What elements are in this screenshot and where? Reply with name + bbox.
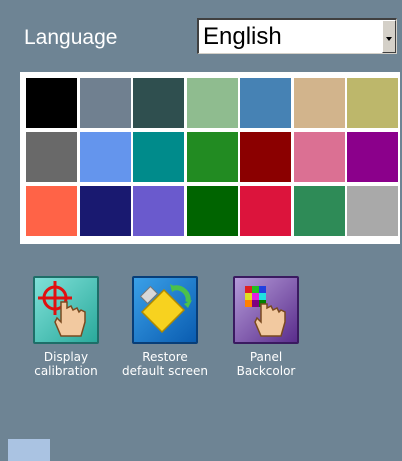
display-calibration-button[interactable]: Display calibration: [21, 276, 111, 378]
color-swatch[interactable]: [26, 132, 77, 182]
color-swatch[interactable]: [133, 78, 184, 128]
color-swatch[interactable]: [347, 186, 398, 236]
calibration-icon: [33, 276, 99, 344]
color-swatch[interactable]: [186, 186, 238, 236]
color-swatch[interactable]: [79, 78, 131, 128]
color-swatch[interactable]: [240, 132, 291, 182]
dropdown-arrow-icon[interactable]: [382, 20, 396, 53]
color-swatch[interactable]: [293, 186, 345, 236]
color-swatch[interactable]: [347, 132, 398, 182]
color-swatch[interactable]: [293, 78, 345, 128]
bottom-tab[interactable]: [8, 439, 50, 461]
panel-backcolor-label: Panel Backcolor: [236, 350, 296, 378]
color-swatch[interactable]: [186, 132, 238, 182]
panel-backcolor-button[interactable]: Panel Backcolor: [221, 276, 311, 378]
color-swatch[interactable]: [186, 78, 238, 128]
color-swatch[interactable]: [133, 132, 184, 182]
color-swatch[interactable]: [133, 186, 184, 236]
panel-backcolor-icon: [233, 276, 299, 344]
color-swatch[interactable]: [240, 186, 291, 236]
language-selected-value: English: [203, 23, 282, 50]
color-swatch[interactable]: [26, 186, 77, 236]
language-dropdown[interactable]: English: [197, 18, 397, 54]
restore-default-screen-button[interactable]: Restore default screen: [120, 276, 210, 378]
color-swatch[interactable]: [26, 78, 77, 128]
color-palette: [20, 72, 400, 244]
color-swatch[interactable]: [240, 78, 291, 128]
language-label: Language: [24, 26, 118, 49]
restore-screen-icon: [132, 276, 198, 344]
color-swatch[interactable]: [347, 78, 398, 128]
display-calibration-label: Display calibration: [34, 350, 98, 378]
restore-default-screen-label: Restore default screen: [122, 350, 208, 378]
color-swatch[interactable]: [293, 132, 345, 182]
color-swatch[interactable]: [79, 186, 131, 236]
color-swatch[interactable]: [79, 132, 131, 182]
